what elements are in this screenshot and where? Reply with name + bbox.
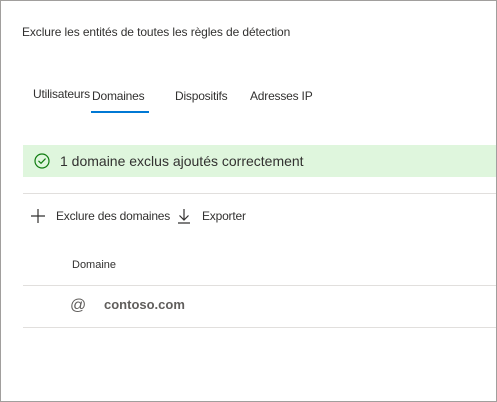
at-icon: @ — [70, 297, 87, 314]
column-header-domaine[interactable]: Domaine — [72, 259, 116, 271]
download-icon — [178, 209, 190, 224]
exclude-domains-button[interactable]: Exclure des domaines — [30, 205, 170, 227]
success-message-text: 1 domaine exclus ajoutés correctement — [60, 153, 304, 169]
table-row[interactable]: @ contoso.com — [23, 285, 496, 327]
divider — [23, 193, 496, 194]
checkmark-circle-icon — [34, 153, 50, 169]
export-button[interactable]: Exporter — [177, 205, 246, 227]
exclusion-panel: Exclure les entités de toutes les règles… — [0, 0, 497, 402]
tab-adresses-ip[interactable]: Adresses IP — [250, 89, 313, 117]
tab-utilisateurs[interactable]: Utilisateurs — [33, 87, 90, 115]
success-message-bar: 1 domaine exclus ajoutés correctement — [23, 145, 496, 177]
exclude-domains-label: Exclure des domaines — [56, 209, 171, 223]
domain-cell: contoso.com — [104, 297, 185, 312]
selected-tab-indicator — [91, 111, 149, 113]
tab-bar: Utilisateurs Domaines Dispositifs Adress… — [1, 85, 496, 117]
tab-dispositifs[interactable]: Dispositifs — [175, 89, 228, 117]
row-divider — [23, 327, 496, 328]
panel-title: Exclure les entités de toutes les règles… — [22, 25, 291, 39]
plus-icon — [31, 209, 45, 223]
export-label: Exporter — [202, 209, 246, 223]
